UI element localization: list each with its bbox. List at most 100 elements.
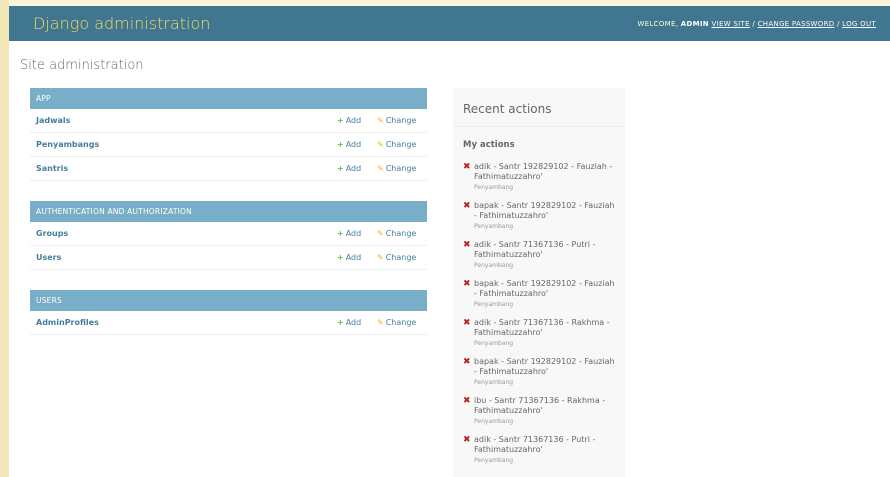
change-label: Change <box>385 318 417 327</box>
plus-icon: + <box>337 116 344 125</box>
change-link[interactable]: ✎ Change <box>377 164 421 173</box>
delete-x-icon: ✖ <box>463 162 471 172</box>
add-link[interactable]: + Add <box>337 164 377 173</box>
plus-icon: + <box>337 164 344 173</box>
add-link[interactable]: + Add <box>337 318 377 327</box>
change-link[interactable]: ✎ Change <box>377 253 421 262</box>
background-strip <box>0 0 9 477</box>
add-label: Add <box>345 318 362 327</box>
delete-x-icon: ✖ <box>463 279 471 289</box>
add-label: Add <box>345 140 362 149</box>
module-caption[interactable]: AUTHENTICATION AND AUTHORIZATION <box>30 201 427 222</box>
recent-actions-panel: Recent actions My actions ✖ adik - Santr… <box>453 88 625 477</box>
action-type: Penyambang <box>474 223 514 230</box>
action-text: adik - Santr 71367136 - Putri - Fathimat… <box>474 435 596 454</box>
pencil-icon: ✎ <box>377 164 384 173</box>
admin-page: Django administration WELCOME, ADMIN VIE… <box>9 6 890 477</box>
change-label: Change <box>385 229 417 238</box>
module-app: APP Jadwals + Add ✎ Change Penyambangs + Ad… <box>30 88 427 181</box>
welcome-label: WELCOME, <box>637 19 679 28</box>
module-caption[interactable]: USERS <box>30 290 427 311</box>
model-row: Jadwals + Add ✎ Change <box>30 109 427 133</box>
action-type: Penyambang <box>474 184 514 191</box>
user-tools: WELCOME, ADMIN VIEW SITE / CHANGE PASSWO… <box>637 19 876 28</box>
add-link[interactable]: + Add <box>337 116 377 125</box>
action-text: adik - Santr 71367136 - Putri - Fathimat… <box>474 240 596 259</box>
view-site-link[interactable]: VIEW SITE <box>712 20 750 28</box>
action-text: ibu - Santr 71367136 - Rakhma - Fathimat… <box>474 396 606 415</box>
change-link[interactable]: ✎ Change <box>377 318 421 327</box>
site-brand[interactable]: Django administration <box>33 14 210 33</box>
add-link[interactable]: + Add <box>337 253 377 262</box>
change-link[interactable]: ✎ Change <box>377 229 421 238</box>
action-item: ✖ adik - Santr 192829102 - Fauziah - Fat… <box>453 156 625 195</box>
plus-icon: + <box>337 253 344 262</box>
header: Django administration WELCOME, ADMIN VIE… <box>9 6 890 41</box>
add-label: Add <box>345 253 362 262</box>
action-item: ✖ bapak - Santr 192829102 - Fauziah - Fa… <box>453 351 625 390</box>
action-text: bapak - Santr 192829102 - Fauziah - Fath… <box>474 201 615 220</box>
model-link[interactable]: AdminProfiles <box>36 318 337 327</box>
action-item: ✖ adik - Santr 71367136 - Putri - Fathim… <box>453 429 625 468</box>
model-link[interactable]: Penyambangs <box>36 140 337 149</box>
pencil-icon: ✎ <box>377 318 384 327</box>
pencil-icon: ✎ <box>377 140 384 149</box>
model-row: Users + Add ✎ Change <box>30 246 427 270</box>
action-type: Penyambang <box>474 262 514 269</box>
pencil-icon: ✎ <box>377 116 384 125</box>
module-auth: AUTHENTICATION AND AUTHORIZATION Groups … <box>30 201 427 270</box>
app-list: APP Jadwals + Add ✎ Change Penyambangs + Ad… <box>30 88 427 355</box>
model-link[interactable]: Groups <box>36 229 337 238</box>
plus-icon: + <box>337 318 344 327</box>
add-link[interactable]: + Add <box>337 229 377 238</box>
change-label: Change <box>385 253 417 262</box>
action-item: ✖ bapak - Santr 192829102 - Fauziah - Fa… <box>453 273 625 312</box>
action-text: bapak - Santr 192829102 - Fauziah - Fath… <box>474 279 615 298</box>
change-password-link[interactable]: CHANGE PASSWORD <box>758 20 835 28</box>
action-text: adik - Santr 192829102 - Fauziah - Fathi… <box>474 162 613 181</box>
page-title: Site administration <box>20 58 144 73</box>
add-label: Add <box>345 229 362 238</box>
recent-actions-title: Recent actions <box>453 88 625 127</box>
delete-x-icon: ✖ <box>463 357 471 367</box>
change-link[interactable]: ✎ Change <box>377 116 421 125</box>
model-link[interactable]: Users <box>36 253 337 262</box>
action-type: Penyambang <box>474 457 514 464</box>
action-type: Penyambang <box>474 379 514 386</box>
model-row: Groups + Add ✎ Change <box>30 222 427 246</box>
model-row: Santris + Add ✎ Change <box>30 157 427 181</box>
change-label: Change <box>385 140 417 149</box>
action-item: ✖ adik - Santr 71367136 - Putri - Fathim… <box>453 234 625 273</box>
action-type: Penyambang <box>474 301 514 308</box>
delete-x-icon: ✖ <box>463 318 471 328</box>
module-users: USERS AdminProfiles + Add ✎ Change <box>30 290 427 335</box>
add-label: Add <box>345 164 362 173</box>
action-type: Penyambang <box>474 340 514 347</box>
plus-icon: + <box>337 140 344 149</box>
username: ADMIN <box>680 19 709 28</box>
plus-icon: + <box>337 229 344 238</box>
delete-x-icon: ✖ <box>463 201 471 211</box>
log-out-link[interactable]: LOG OUT <box>842 20 876 28</box>
model-row: AdminProfiles + Add ✎ Change <box>30 311 427 335</box>
add-link[interactable]: + Add <box>337 140 377 149</box>
pencil-icon: ✎ <box>377 229 384 238</box>
change-label: Change <box>385 164 417 173</box>
action-text: bapak - Santr 192829102 - Fauziah - Fath… <box>474 357 615 376</box>
delete-x-icon: ✖ <box>463 396 471 406</box>
model-link[interactable]: Jadwals <box>36 116 337 125</box>
my-actions-title: My actions <box>463 140 515 150</box>
action-item: ✖ adik - Santr 71367136 - Rakhma - Fathi… <box>453 312 625 351</box>
action-item: ✖ bapak - Santr 192829102 - Fauziah - Fa… <box>453 195 625 234</box>
model-link[interactable]: Santris <box>36 164 337 173</box>
action-item: ✖ ibu - Santr 71367136 - Rakhma - Fathim… <box>453 390 625 429</box>
delete-x-icon: ✖ <box>463 435 471 445</box>
change-label: Change <box>385 116 417 125</box>
module-caption[interactable]: APP <box>30 88 427 109</box>
action-type: Penyambang <box>474 418 514 425</box>
model-row: Penyambangs + Add ✎ Change <box>30 133 427 157</box>
add-label: Add <box>345 116 362 125</box>
action-text: adik - Santr 71367136 - Rakhma - Fathima… <box>474 318 610 337</box>
change-link[interactable]: ✎ Change <box>377 140 421 149</box>
pencil-icon: ✎ <box>377 253 384 262</box>
